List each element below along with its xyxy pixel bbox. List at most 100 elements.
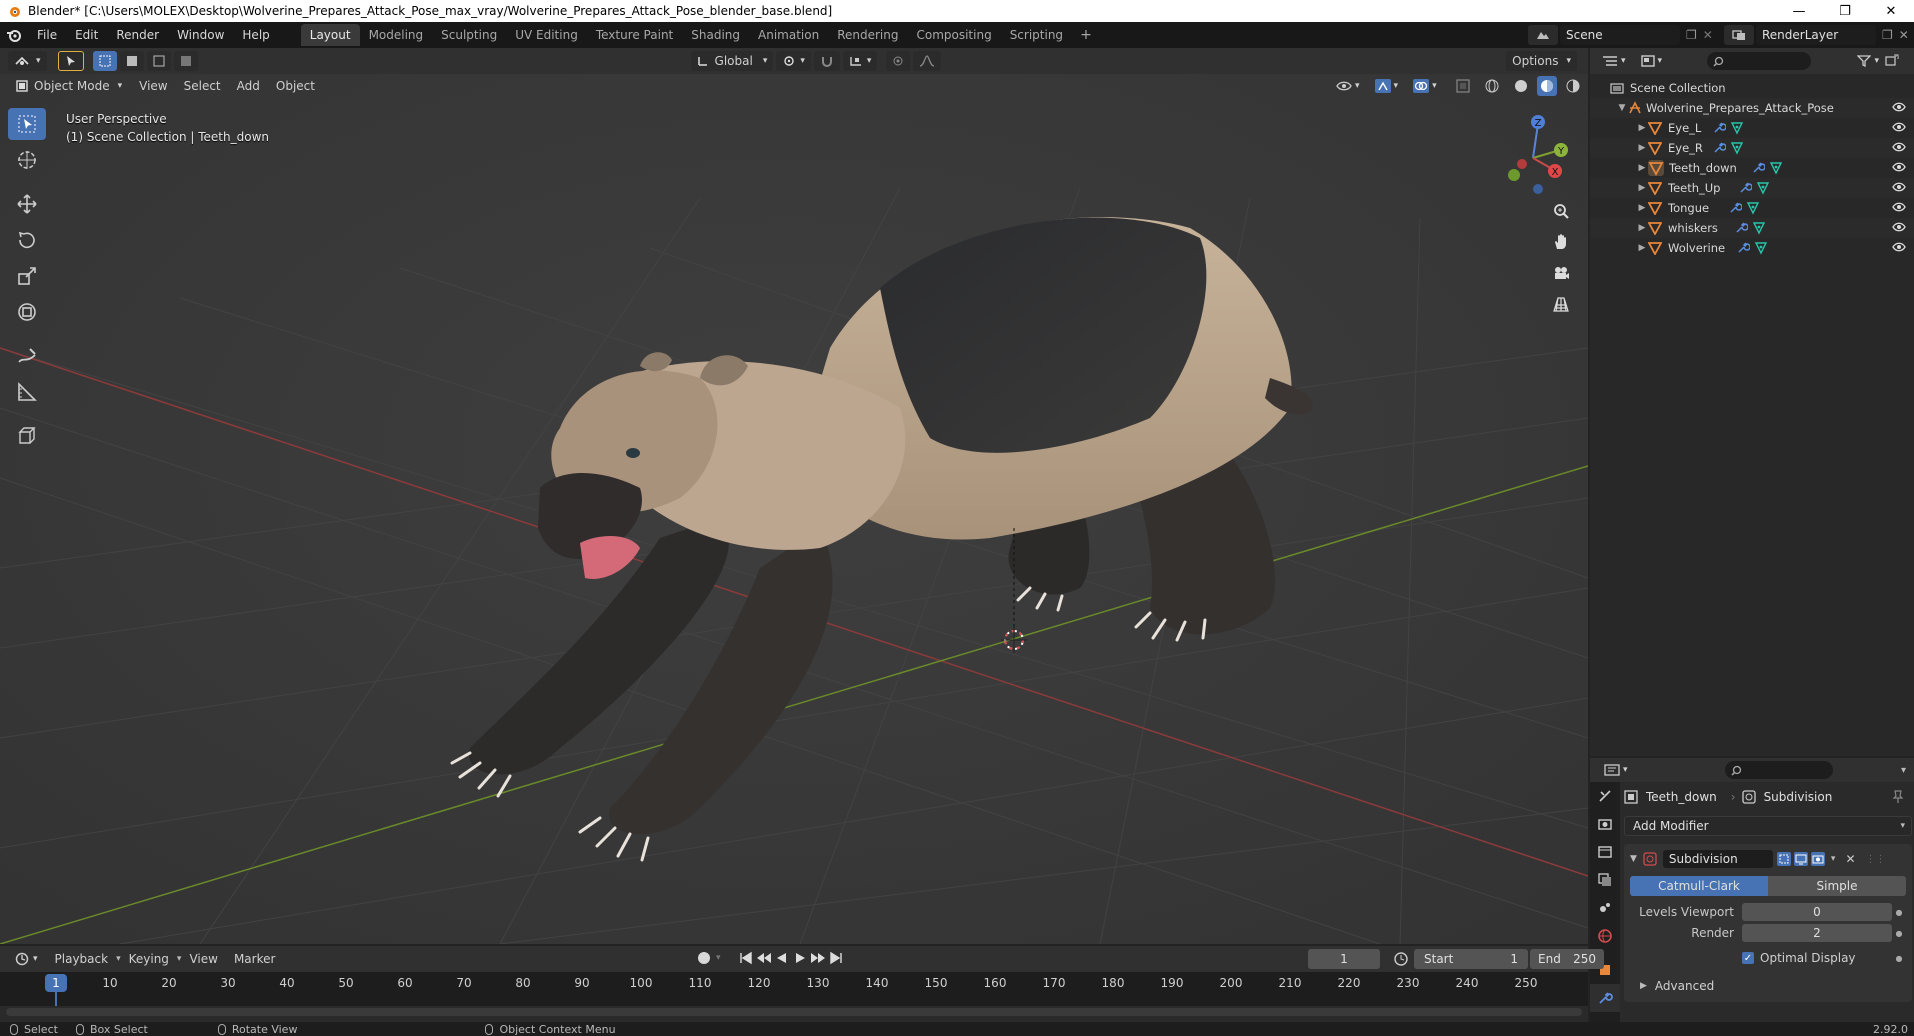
overlays-toggle[interactable]: ▾	[1407, 76, 1443, 96]
outliner-object-row[interactable]: ▶ Eye_R	[1590, 138, 1914, 158]
viewport-toggle-icon[interactable]	[1793, 852, 1808, 866]
outliner-object-row[interactable]: ▶ whiskers	[1590, 218, 1914, 238]
select-box-extend-icon[interactable]	[119, 51, 144, 71]
transform-orientation-dropdown[interactable]: Global ▾	[690, 51, 774, 71]
collapse-chevron-icon[interactable]: ▼	[1616, 103, 1628, 113]
tool-rotate[interactable]	[8, 224, 46, 256]
tab-tool-icon[interactable]	[1590, 782, 1620, 810]
tab-world-icon[interactable]	[1590, 922, 1620, 950]
tab-animation[interactable]: Animation	[749, 24, 828, 46]
modifier-extras-chevron-icon[interactable]: ▾	[1831, 854, 1836, 864]
tab-texture-paint[interactable]: Texture Paint	[587, 24, 682, 46]
outliner-editor-type-icon[interactable]: ▾	[1596, 51, 1632, 71]
select-box-new-icon[interactable]	[92, 51, 117, 71]
render-layer-name-field[interactable]: RenderLayer	[1756, 25, 1876, 45]
tab-view-layer-icon[interactable]	[1590, 866, 1620, 894]
jump-end-icon[interactable]	[827, 949, 845, 967]
timeline-menu-view[interactable]: View	[181, 952, 225, 966]
viewport-menu-object[interactable]: Object	[268, 79, 323, 93]
remove-scene-icon[interactable]: ✕	[1703, 28, 1713, 42]
outliner-object-row[interactable]: ▶ Teeth_Up	[1590, 178, 1914, 198]
outliner-object-row-active[interactable]: ▶ Teeth_down	[1590, 158, 1914, 178]
shading-wireframe-button[interactable]	[1479, 76, 1505, 96]
select-mode-icon[interactable]	[57, 51, 84, 71]
minimize-button[interactable]: —	[1776, 0, 1822, 22]
new-collection-icon[interactable]	[1885, 54, 1899, 69]
render-layer-icon[interactable]	[1724, 25, 1754, 45]
advanced-subpanel-header[interactable]: ▶ Advanced	[1630, 976, 1906, 996]
gizmo-toggle[interactable]: ▾	[1369, 76, 1405, 96]
blender-logo-icon[interactable]	[0, 22, 28, 48]
modifier-wrench-icon[interactable]	[1734, 221, 1748, 235]
properties-options-chevron-icon[interactable]: ▾	[1901, 765, 1906, 776]
drag-handle-icon[interactable]: ⋮⋮	[1866, 854, 1886, 865]
new-scene-icon[interactable]: ❐	[1686, 28, 1697, 42]
tab-uv-editing[interactable]: UV Editing	[506, 24, 587, 46]
menu-window[interactable]: Window	[168, 22, 233, 48]
menu-render[interactable]: Render	[107, 22, 168, 48]
scene-name-field[interactable]: Scene	[1560, 25, 1680, 45]
tab-modeling[interactable]: Modeling	[360, 24, 433, 46]
optimal-display-checkbox[interactable]: ✓	[1742, 952, 1754, 964]
play-icon[interactable]	[791, 949, 809, 967]
new-render-layer-icon[interactable]: ❐	[1882, 28, 1893, 42]
tool-annotate[interactable]	[8, 340, 46, 372]
expand-chevron-icon[interactable]: ▶	[1636, 183, 1648, 193]
play-reverse-icon[interactable]	[773, 949, 791, 967]
mesh-data-icon[interactable]	[1754, 241, 1768, 255]
outliner-object-row[interactable]: ▶ Eye_L	[1590, 118, 1914, 138]
tool-add-cube[interactable]	[8, 420, 46, 452]
tool-scale[interactable]	[8, 260, 46, 292]
keyframe-dot-icon[interactable]: ●	[1892, 954, 1906, 963]
tab-sculpting[interactable]: Sculpting	[432, 24, 506, 46]
object-mode-dropdown[interactable]: Object Mode ▾	[10, 76, 128, 96]
zoom-icon[interactable]	[1546, 196, 1576, 226]
close-window-button[interactable]: ✕	[1868, 0, 1914, 22]
visibility-eye-icon[interactable]	[1892, 181, 1906, 193]
pivot-point-dropdown[interactable]: ▾	[776, 51, 811, 71]
outliner-scene-collection[interactable]: Scene Collection	[1590, 78, 1914, 98]
visibility-eye-icon[interactable]	[1892, 201, 1906, 213]
tab-scripting[interactable]: Scripting	[1001, 24, 1072, 46]
tab-output-icon[interactable]	[1590, 838, 1620, 866]
editor-type-icon[interactable]: ▾	[8, 51, 47, 71]
playhead-frame-label[interactable]: 1	[45, 974, 67, 992]
camera-view-icon[interactable]	[1546, 258, 1576, 288]
tab-rendering[interactable]: Rendering	[828, 24, 907, 46]
viewport-menu-add[interactable]: Add	[229, 79, 268, 93]
expand-chevron-icon[interactable]: ▶	[1636, 203, 1648, 213]
expand-chevron-icon[interactable]: ▶	[1636, 123, 1648, 133]
select-box-invert-icon[interactable]	[173, 51, 198, 71]
viewport-scene[interactable]	[0, 48, 1588, 944]
preview-range-clock-icon[interactable]	[1392, 951, 1410, 967]
keyframe-dot-icon[interactable]: ●	[1892, 908, 1906, 917]
pin-icon[interactable]	[1892, 790, 1904, 804]
scene-icon[interactable]	[1528, 25, 1558, 45]
visibility-eye-icon[interactable]	[1892, 101, 1906, 113]
modifier-wrench-icon[interactable]	[1736, 241, 1750, 255]
simple-button[interactable]: Simple	[1768, 876, 1906, 896]
outliner-search-input[interactable]	[1707, 52, 1812, 70]
filter-dropdown[interactable]: ▾	[1851, 51, 1905, 71]
display-mode-dropdown[interactable]: ▾	[1635, 51, 1669, 71]
mesh-data-icon[interactable]	[1746, 201, 1760, 215]
auto-keying-record-icon[interactable]	[698, 952, 710, 964]
timeline-scrollbar[interactable]	[6, 1008, 1582, 1016]
outliner-object-row[interactable]: ▶ Wolverine	[1590, 238, 1914, 258]
expand-chevron-icon[interactable]: ▶	[1636, 243, 1648, 253]
tab-modifiers-icon[interactable]	[1590, 984, 1620, 1012]
select-box-subtract-icon[interactable]	[146, 51, 171, 71]
modifier-wrench-icon[interactable]	[1712, 141, 1726, 155]
jump-start-icon[interactable]	[737, 949, 755, 967]
tool-move[interactable]	[8, 188, 46, 220]
mesh-data-icon[interactable]	[1752, 221, 1766, 235]
modifier-wrench-icon[interactable]	[1751, 161, 1765, 175]
scene-selector[interactable]: Scene ❐ ✕	[1528, 25, 1728, 45]
mesh-data-icon[interactable]	[1730, 121, 1744, 135]
tool-select-box[interactable]	[8, 108, 46, 140]
shading-solid-button[interactable]	[1508, 76, 1534, 96]
timeline-ruler[interactable]: 1 10 20 30 40 50 60 70 80 90 100 110 120…	[0, 972, 1588, 1006]
options-dropdown[interactable]: Options ▾	[1506, 51, 1577, 71]
menu-edit[interactable]: Edit	[66, 22, 107, 48]
outliner-collection-row[interactable]: ▼ Wolverine_Prepares_Attack_Pose	[1590, 98, 1914, 118]
